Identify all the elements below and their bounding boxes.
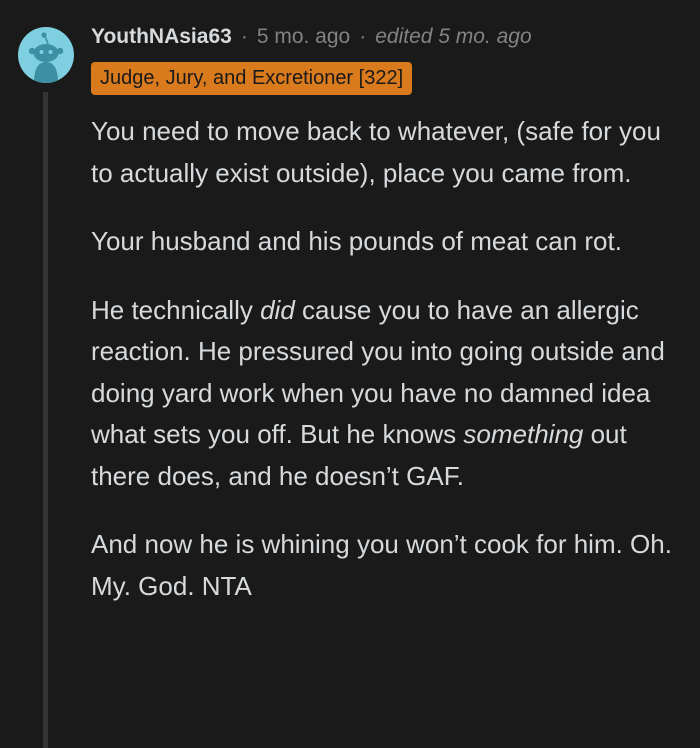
- comment-timestamp[interactable]: 5 mo. ago: [257, 25, 350, 49]
- comment-header: YouthNAsia63 · 5 mo. ago · edited 5 mo. …: [91, 18, 532, 56]
- emphasis-text: something: [463, 419, 584, 449]
- paragraph-text: He technically: [91, 294, 261, 325]
- comment-paragraph: Your husband and his pounds of meat can …: [91, 226, 622, 256]
- username-link[interactable]: YouthNAsia63: [91, 25, 232, 49]
- user-avatar[interactable]: [18, 27, 74, 83]
- comment-paragraph: You need to move back to whatever, (safe…: [91, 116, 661, 188]
- meta-separator: ·: [240, 25, 248, 48]
- comment: YouthNAsia63 · 5 mo. ago · edited 5 mo. …: [0, 0, 700, 748]
- comment-body: You need to move back to whatever, (safe…: [91, 111, 681, 634]
- emphasis-text: did: [260, 294, 295, 325]
- user-flair: Judge, Jury, and Excretioner [322]: [91, 62, 413, 95]
- comment-paragraph: He technically did cause you to have an …: [91, 290, 681, 498]
- edited-timestamp: edited 5 mo. ago: [375, 25, 532, 48]
- reddit-snoo-avatar-icon: [28, 32, 64, 83]
- thread-collapse-line[interactable]: [43, 92, 48, 748]
- meta-separator: ·: [359, 25, 367, 48]
- comment-paragraph: And now he is whining you won’t cook for…: [91, 529, 672, 601]
